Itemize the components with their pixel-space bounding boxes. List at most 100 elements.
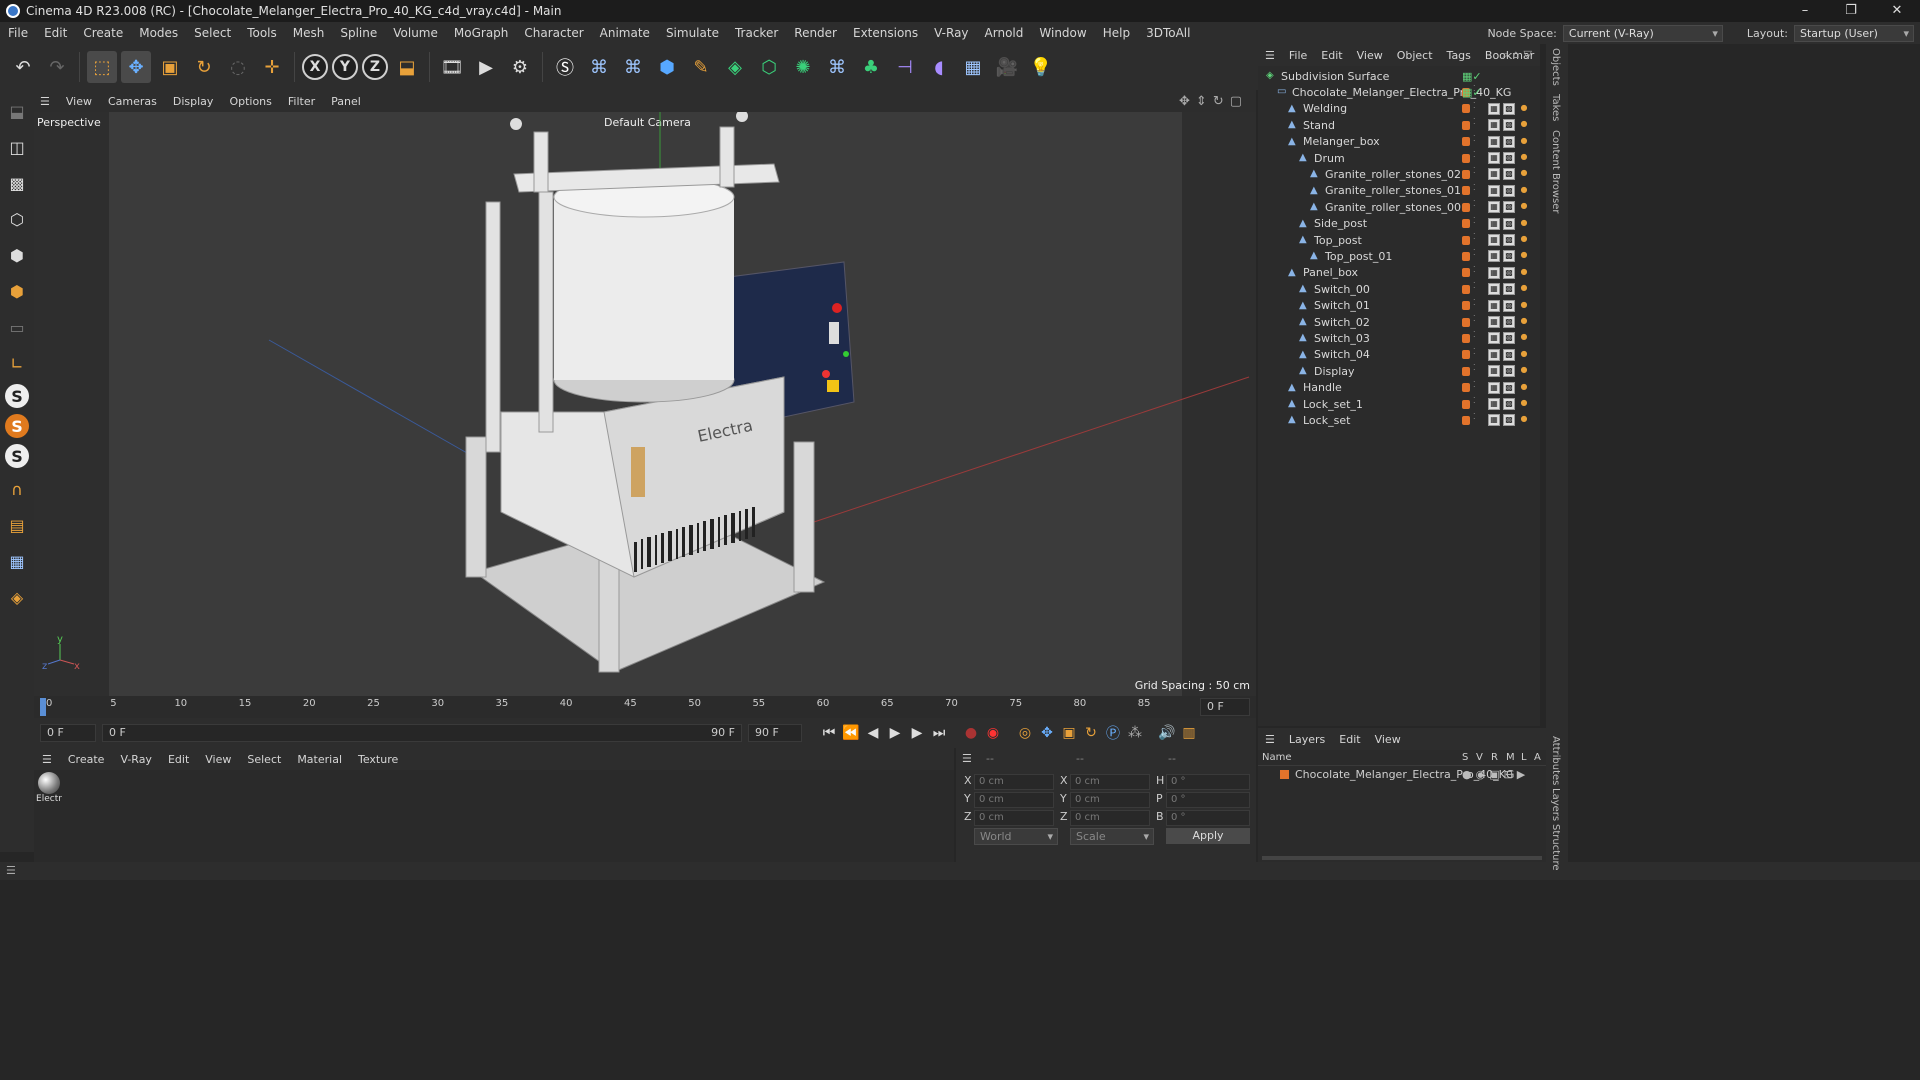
prev-key-icon[interactable]: ⏪: [840, 722, 862, 744]
measure-icon[interactable]: ⊣: [890, 51, 920, 83]
material-tag-icon[interactable]: ▩: [1503, 398, 1515, 410]
layer-color-swatch[interactable]: [1462, 219, 1470, 229]
key-rotate-icon[interactable]: ↻: [1080, 722, 1102, 744]
menu-mograph[interactable]: MoGraph: [446, 26, 517, 40]
restore-button[interactable]: ❐: [1828, 0, 1874, 22]
material-tag-icon[interactable]: ▩: [1503, 184, 1515, 197]
uvw-tag-icon[interactable]: ▦: [1488, 250, 1500, 263]
uvw-tag-icon[interactable]: ▦: [1488, 217, 1500, 230]
autokey-icon[interactable]: ◉: [982, 722, 1004, 744]
phong-tag-icon[interactable]: ●: [1518, 119, 1530, 131]
phong-tag-icon[interactable]: ●: [1518, 414, 1530, 426]
visibility-toggle-icon[interactable]: ⁚: [1473, 265, 1477, 279]
coords-hamburger-icon[interactable]: ☰: [962, 752, 972, 765]
menu-render[interactable]: Render: [786, 26, 845, 40]
render-region-icon[interactable]: 🎞: [437, 51, 467, 83]
key-param-icon[interactable]: Ⓟ: [1102, 722, 1124, 744]
coord-system-select[interactable]: World: [974, 828, 1058, 845]
uvw-tag-icon[interactable]: ▦: [1488, 283, 1500, 296]
layer-grid-icon[interactable]: ▤: [3, 510, 31, 540]
vray-icon[interactable]: Ⓢ: [550, 51, 580, 83]
object-menu-file[interactable]: File: [1282, 49, 1314, 62]
current-frame-field[interactable]: 0 F: [40, 724, 96, 742]
record-off-icon[interactable]: ●: [960, 722, 982, 744]
layer-color-swatch[interactable]: [1280, 769, 1289, 779]
layer-color-swatch[interactable]: [1462, 268, 1470, 278]
coord-pos-y-field[interactable]: 0 cm: [974, 792, 1054, 808]
layers-col-render[interactable]: R: [1491, 752, 1498, 763]
menu-animate[interactable]: Animate: [592, 26, 658, 40]
layers-col-visible[interactable]: V: [1476, 752, 1483, 763]
go-to-start-icon[interactable]: ⏮: [818, 722, 840, 744]
material-tag-icon[interactable]: ▩: [1503, 201, 1515, 214]
visibility-toggle-icon[interactable]: ⁚: [1473, 364, 1477, 377]
object-row[interactable]: ▲ Welding ⁚ ▦ ▩ ●: [1258, 101, 1540, 117]
model-mode-icon[interactable]: ◫: [3, 132, 31, 162]
material-tag-icon[interactable]: ▩: [1503, 250, 1515, 263]
layers-menu-edit[interactable]: Edit: [1332, 733, 1367, 746]
sound-icon[interactable]: 🔊: [1156, 722, 1178, 744]
menu-tools[interactable]: Tools: [239, 26, 285, 40]
menu-simulate[interactable]: Simulate: [658, 26, 727, 40]
material-tag-icon[interactable]: ▩: [1503, 217, 1515, 230]
enable-check-icon[interactable]: ▦✓: [1462, 70, 1482, 83]
key-rotation-icon[interactable]: ◎: [1014, 722, 1036, 744]
visibility-toggle-icon[interactable]: ⁚: [1473, 380, 1477, 394]
phong-tag-icon[interactable]: ●: [1518, 103, 1530, 115]
cube-icon[interactable]: ⬢: [652, 51, 682, 83]
object-row[interactable]: ▲ Switch_03 ⁚ ▦ ▩ ●: [1258, 330, 1540, 346]
visibility-toggle-icon[interactable]: ⁚: [1473, 347, 1477, 361]
points-mode-icon[interactable]: ⬡: [3, 204, 31, 234]
material-menu-edit[interactable]: Edit: [160, 753, 197, 766]
menu-edit[interactable]: Edit: [36, 26, 75, 40]
object-menu-object[interactable]: Object: [1390, 49, 1440, 62]
magnet-icon[interactable]: ∩: [3, 474, 31, 504]
viewport-menu-view[interactable]: View: [58, 95, 100, 108]
layer-color-swatch[interactable]: [1462, 415, 1470, 425]
visibility-toggle-icon[interactable]: ⁚: [1473, 183, 1477, 197]
object-row[interactable]: ▲ Switch_02 ⁚ ▦ ▩ ●: [1258, 314, 1540, 330]
layer-color-swatch[interactable]: [1462, 120, 1470, 130]
object-row[interactable]: ▲ Side_post ⁚ ▦ ▩ ●: [1258, 216, 1540, 232]
viewport-menu-options[interactable]: Options: [221, 95, 279, 108]
coord-pos-z-field[interactable]: 0 cm: [974, 810, 1054, 826]
make-editable-icon[interactable]: ⬓: [3, 96, 31, 126]
layers-hamburger-icon[interactable]: ☰: [1258, 733, 1282, 746]
layer-color-swatch[interactable]: [1462, 104, 1470, 114]
layer-color-swatch[interactable]: [1462, 202, 1470, 212]
select-tool-icon[interactable]: ⬚: [87, 51, 117, 83]
python-icon[interactable]: ⌘: [584, 51, 614, 83]
layers-scrollbar[interactable]: [1262, 856, 1542, 860]
side-tab-attributes[interactable]: Attributes: [1550, 736, 1561, 785]
visibility-toggle-icon[interactable]: ⁚: [1473, 397, 1477, 410]
menu-spline[interactable]: Spline: [332, 26, 385, 40]
coord-rot-p-field[interactable]: 0 °: [1166, 792, 1250, 808]
extrude-icon[interactable]: ⬡: [754, 51, 784, 83]
menu-modes[interactable]: Modes: [131, 26, 186, 40]
material-menu-material[interactable]: Material: [289, 753, 350, 766]
layer-color-swatch[interactable]: [1462, 333, 1470, 343]
phong-tag-icon[interactable]: ●: [1518, 283, 1530, 295]
timeline-layout-icon[interactable]: ▥: [1178, 722, 1200, 744]
layers-col-solo[interactable]: S: [1462, 752, 1468, 763]
viewport-menu-cameras[interactable]: Cameras: [100, 95, 165, 108]
layer-color-swatch[interactable]: [1462, 251, 1470, 261]
side-tab-layers[interactable]: Layers: [1550, 788, 1561, 821]
live-selection-icon[interactable]: ◌: [223, 51, 253, 83]
object-row[interactable]: ▲ Lock_set_1 ⁚ ▦ ▩ ●: [1258, 396, 1540, 412]
menu-arnold[interactable]: Arnold: [977, 26, 1032, 40]
menu-volume[interactable]: Volume: [385, 26, 446, 40]
phong-tag-icon[interactable]: ●: [1518, 136, 1530, 148]
uvw-tag-icon[interactable]: ▦: [1488, 316, 1500, 328]
object-row[interactable]: ◈ Subdivision Surface ▦✓: [1258, 68, 1540, 84]
light-icon[interactable]: 💡: [1026, 51, 1056, 83]
tag-icon[interactable]: ◖: [924, 51, 954, 83]
material-menu-create[interactable]: Create: [60, 753, 113, 766]
side-tab-objects[interactable]: Objects: [1550, 48, 1561, 86]
layer-color-swatch[interactable]: [1462, 301, 1470, 311]
viewport-nav-icons[interactable]: ✥⇕↻▢: [1179, 94, 1248, 109]
menu-create[interactable]: Create: [75, 26, 131, 40]
visibility-toggle-icon[interactable]: ⁚: [1473, 216, 1477, 230]
uvw-tag-icon[interactable]: ▦: [1488, 119, 1500, 132]
polygons-mode-icon[interactable]: ⬢: [3, 276, 31, 306]
